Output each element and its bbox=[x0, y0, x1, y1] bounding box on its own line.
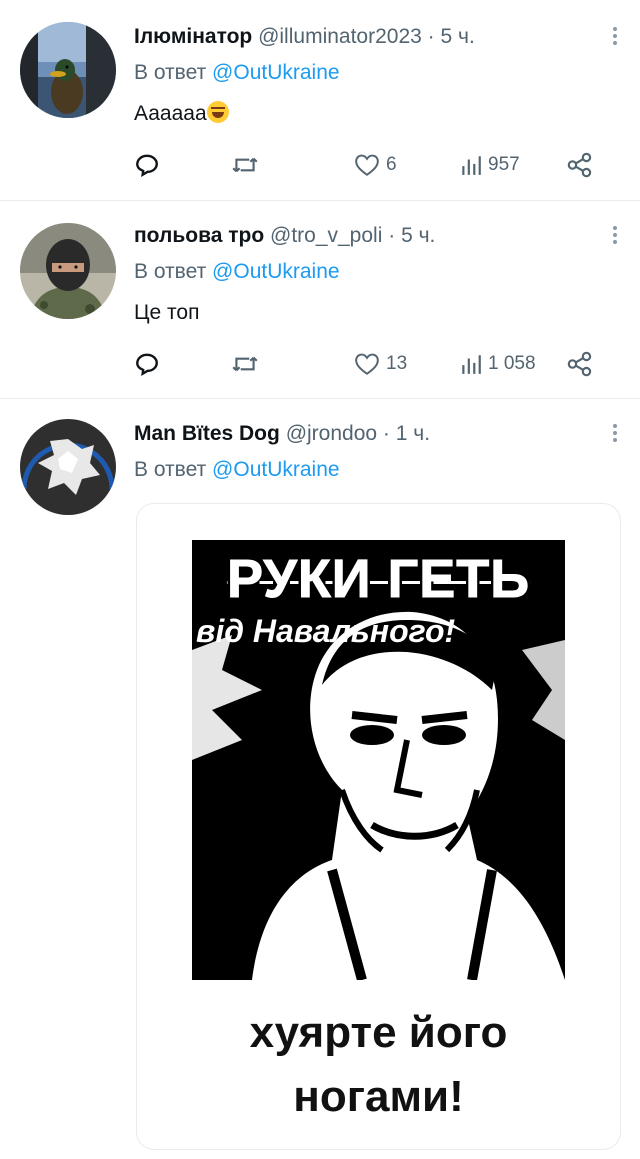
retweet-icon bbox=[232, 356, 258, 372]
views-icon bbox=[462, 355, 481, 374]
crumpled-paper-avatar-image bbox=[20, 419, 116, 515]
more-icon[interactable] bbox=[612, 421, 618, 445]
like-count: 6 bbox=[386, 154, 397, 175]
views-button[interactable]: 1 058 bbox=[460, 349, 536, 379]
reply-mention-link[interactable]: @OutUkraine bbox=[212, 260, 340, 283]
view-count: 1 058 bbox=[488, 353, 536, 374]
tweet-header: Ілюмінатор @illuminator2023 · 5 ч. bbox=[134, 24, 475, 50]
like-button[interactable]: 6 bbox=[354, 150, 397, 180]
avatar[interactable] bbox=[20, 223, 116, 319]
poster-image: РУКИ ГЕТЬ від Навального! bbox=[192, 540, 565, 980]
share-button[interactable] bbox=[566, 150, 594, 180]
retweet-button[interactable] bbox=[230, 150, 260, 180]
tweet-text: Це топ bbox=[134, 301, 200, 324]
tweet-text-content: Аааааа bbox=[134, 102, 207, 125]
more-icon[interactable] bbox=[612, 24, 618, 48]
tweet-header: польова тро @tro_v_poli · 5 ч. bbox=[134, 223, 435, 249]
soldier-avatar-image bbox=[20, 223, 116, 319]
timestamp[interactable]: 5 ч. bbox=[401, 224, 435, 247]
share-button[interactable] bbox=[566, 349, 594, 379]
like-count: 13 bbox=[386, 353, 408, 374]
user-handle[interactable]: @illuminator2023 bbox=[258, 25, 422, 48]
user-handle[interactable]: @jrondoo bbox=[286, 422, 377, 445]
poster-caption-line-1: хуярте його bbox=[249, 1008, 508, 1057]
poster-title: РУКИ ГЕТЬ bbox=[226, 549, 531, 609]
reply-mention-link[interactable]: @OutUkraine bbox=[212, 61, 340, 84]
reply-button[interactable] bbox=[134, 349, 160, 379]
tweet-text: Аааааа bbox=[134, 101, 229, 127]
timestamp[interactable]: 1 ч. bbox=[396, 422, 430, 445]
reply-context: В ответ @OutUkraine bbox=[134, 60, 340, 86]
reply-context: В ответ @OutUkraine bbox=[134, 259, 340, 285]
share-icon bbox=[567, 351, 592, 377]
tweet-media-image[interactable]: РУКИ ГЕТЬ від Навального! хуярте його но… bbox=[136, 503, 621, 1150]
more-icon[interactable] bbox=[612, 223, 618, 247]
tweet-actions: 6 957 bbox=[134, 150, 604, 180]
views-button[interactable]: 957 bbox=[460, 150, 520, 180]
poster-caption-line-2: ногами! bbox=[293, 1072, 464, 1121]
display-name[interactable]: Ілюмінатор bbox=[134, 25, 252, 48]
reply-icon bbox=[136, 154, 158, 178]
duck-avatar-image bbox=[20, 22, 116, 118]
like-icon bbox=[355, 353, 379, 375]
tweet[interactable]: польова тро @tro_v_poli · 5 ч. В ответ @… bbox=[0, 201, 640, 399]
like-button[interactable]: 13 bbox=[354, 349, 407, 379]
display-name[interactable]: Man Bïtes Dog bbox=[134, 422, 280, 445]
reply-prefix: В ответ bbox=[134, 260, 207, 283]
tweet[interactable]: Man Bïtes Dog @jrondoo · 1 ч. В ответ @O… bbox=[0, 399, 640, 1159]
avatar[interactable] bbox=[20, 22, 116, 118]
separator: · bbox=[427, 25, 435, 48]
timestamp[interactable]: 5 ч. bbox=[441, 25, 475, 48]
reply-button[interactable] bbox=[134, 150, 160, 180]
view-count: 957 bbox=[488, 154, 520, 175]
display-name[interactable]: польова тро bbox=[134, 224, 264, 247]
user-handle[interactable]: @tro_v_poli bbox=[270, 224, 382, 247]
tweet-header: Man Bïtes Dog @jrondoo · 1 ч. bbox=[134, 421, 430, 447]
separator: · bbox=[382, 422, 390, 445]
avatar[interactable] bbox=[20, 419, 116, 515]
retweet-button[interactable] bbox=[230, 349, 260, 379]
views-icon bbox=[462, 156, 481, 175]
tweet-actions: 13 1 058 bbox=[134, 349, 604, 379]
poster-subtitle: від Навального! bbox=[196, 613, 456, 649]
reply-icon bbox=[136, 353, 158, 377]
reply-prefix: В ответ bbox=[134, 458, 207, 481]
retweet-icon bbox=[232, 157, 258, 173]
reply-mention-link[interactable]: @OutUkraine bbox=[212, 458, 340, 481]
like-icon bbox=[355, 154, 379, 176]
rolling-on-floor-laughing-emoji-icon bbox=[206, 101, 229, 123]
separator: · bbox=[388, 224, 396, 247]
tweet[interactable]: Ілюмінатор @illuminator2023 · 5 ч. В отв… bbox=[0, 0, 640, 201]
reply-prefix: В ответ bbox=[134, 61, 207, 84]
reply-context: В ответ @OutUkraine bbox=[134, 457, 340, 483]
share-icon bbox=[567, 152, 592, 178]
